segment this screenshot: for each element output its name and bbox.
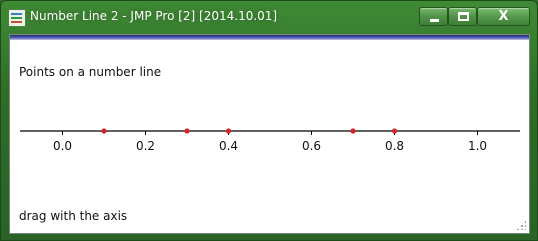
axis-tick-label: 0.4	[219, 139, 238, 153]
number-line-point[interactable]	[391, 128, 398, 134]
axis-tick-label: 0.8	[385, 139, 404, 153]
number-line-point[interactable]	[225, 128, 232, 134]
close-button[interactable]: X	[477, 7, 530, 26]
minimize-icon	[430, 19, 439, 22]
number-line-point[interactable]	[184, 128, 190, 134]
number-line-graph[interactable]: 0.0 0.2 0.4 0.6 0.8 1.0	[10, 35, 529, 233]
number-line-point[interactable]	[350, 128, 356, 134]
axis-ticks: 0.0 0.2 0.4 0.6 0.8 1.0	[53, 131, 487, 153]
jmp-app-icon[interactable]	[8, 9, 26, 27]
report-panel: Points on a number line 0.0 0.2 0.4 0.6 0.8 1…	[9, 34, 530, 234]
app-window: Number Line 2 - JMP Pro [2] [2014.10.01]…	[0, 0, 538, 241]
title-bar[interactable]: Number Line 2 - JMP Pro [2] [2014.10.01]…	[1, 1, 537, 32]
window-title: Number Line 2 - JMP Pro [2] [2014.10.01]	[30, 9, 278, 23]
footer-note: drag with the axis	[19, 209, 128, 223]
axis-tick-label: 0.2	[136, 139, 155, 153]
axis-tick-label: 0.0	[53, 139, 72, 153]
axis-tick-label: 1.0	[468, 139, 487, 153]
maximize-icon	[458, 12, 469, 21]
axis-tick-label: 0.6	[302, 139, 321, 153]
number-line-point[interactable]	[101, 128, 107, 134]
close-icon: X	[498, 9, 509, 24]
minimize-button[interactable]	[419, 7, 448, 26]
maximize-button[interactable]	[448, 7, 477, 26]
